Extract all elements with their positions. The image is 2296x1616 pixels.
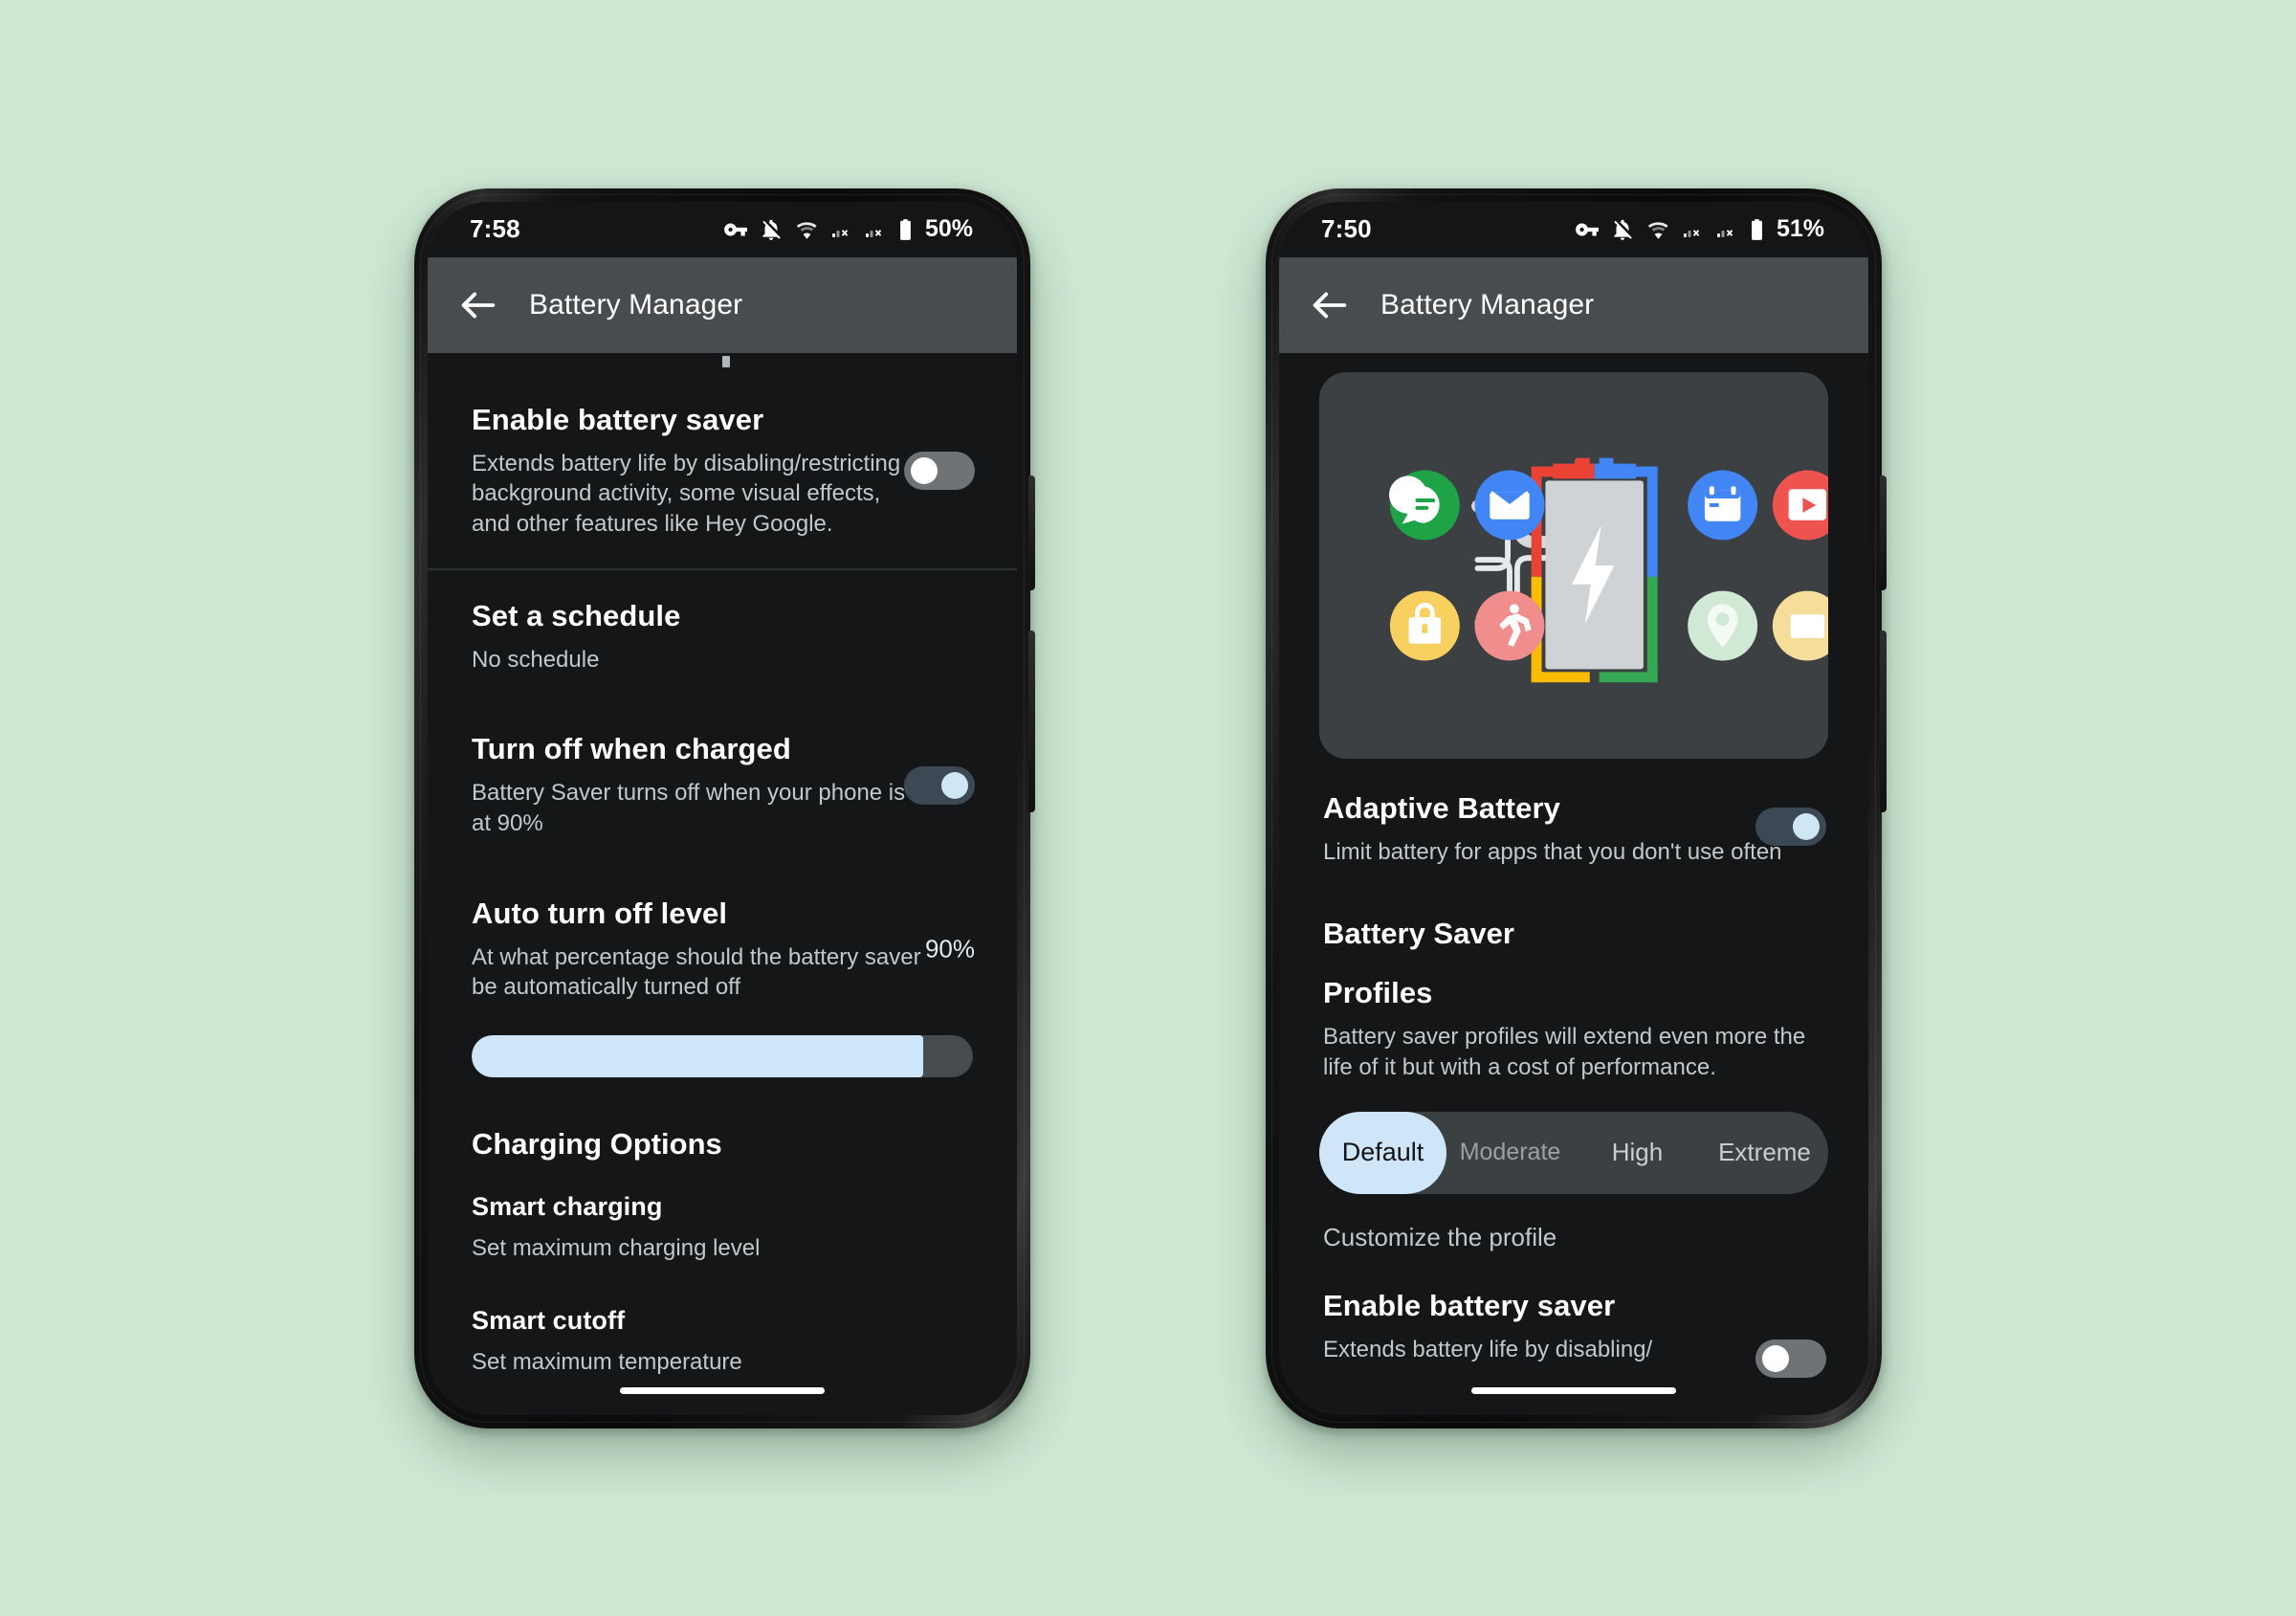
setting-row-smart-charging[interactable]: Smart charging Set maximum charging leve…: [428, 1171, 1017, 1285]
setting-subtitle: Limit battery for apps that you don't us…: [1323, 838, 1782, 865]
adaptive-battery-illustration: [1319, 371, 1828, 759]
profiles-title: Profiles: [1323, 976, 1433, 1010]
status-bar-icons: 51%: [1575, 215, 1824, 243]
enable-battery-saver-toggle[interactable]: [1755, 1339, 1826, 1379]
setting-row-turn-off-when-charged[interactable]: Turn off when charged Battery Saver turn…: [428, 703, 1017, 867]
turn-off-when-charged-toggle[interactable]: [904, 765, 975, 805]
screenshot-stage: 7:58 50% Battery Manager Enable battery …: [0, 0, 2296, 1616]
setting-row-adaptive-battery[interactable]: Adaptive Battery Limit battery for apps …: [1279, 759, 1868, 897]
setting-title: Enable battery saver: [1323, 1288, 1616, 1322]
signal-no-service-icon: [831, 229, 849, 237]
battery-percentage: 50%: [924, 215, 973, 242]
gmail-icon: [1474, 469, 1545, 540]
battery-icon: [900, 218, 911, 240]
profiles-subtitle: Battery saver profiles will extend even …: [1323, 1024, 1806, 1080]
youtube-icon: [1772, 470, 1828, 540]
profiles-segmented-control[interactable]: Default Moderate High Extreme: [1319, 1111, 1828, 1194]
notifications-off-icon: [762, 219, 781, 240]
customize-the-profile-row[interactable]: Customize the profile: [1279, 1194, 1868, 1260]
signal-no-service-icon: [865, 229, 882, 237]
wifi-icon: [796, 221, 817, 239]
setting-row-enable-battery-saver[interactable]: Enable battery saver Extends battery lif…: [428, 374, 1017, 568]
settings-list-left[interactable]: Enable battery saver Extends battery lif…: [428, 352, 1017, 1415]
profile-option-high[interactable]: High: [1574, 1112, 1701, 1194]
photos-icon: [1772, 590, 1828, 660]
setting-title: Smart charging: [472, 1191, 663, 1221]
slider-fill: [472, 1034, 923, 1077]
fit-icon: [1474, 590, 1545, 661]
notifications-off-icon: [1614, 219, 1632, 240]
enable-battery-saver-toggle[interactable]: [904, 452, 975, 490]
back-arrow-icon[interactable]: [1308, 283, 1352, 327]
calendar-icon: [1688, 469, 1758, 540]
status-bar-left: 7:58 50%: [428, 201, 1017, 257]
status-bar-right: 7:50 51%: [1279, 201, 1868, 257]
app-bar-right: Battery Manager: [1279, 256, 1868, 353]
setting-subtitle: Set maximum charging level: [472, 1234, 761, 1261]
setting-title: Enable battery saver: [472, 402, 764, 436]
messages-icon: [1389, 469, 1460, 540]
phone-device-left: 7:58 50% Battery Manager Enable battery …: [414, 188, 1035, 1428]
home-indicator[interactable]: [620, 1386, 825, 1394]
home-indicator[interactable]: [1471, 1386, 1676, 1394]
power-button-left-phone[interactable]: [1028, 630, 1035, 812]
setting-subtitle: Extends battery life by disabling/restri…: [472, 450, 901, 537]
status-bar-time: 7:50: [1321, 214, 1372, 243]
phone-screen-left: 7:58 50% Battery Manager Enable battery …: [428, 201, 1017, 1415]
section-heading-battery-saver: Battery Saver: [1323, 917, 1514, 951]
vpn-key-icon: [724, 223, 747, 235]
battery-icon: [1752, 218, 1762, 240]
setting-subtitle: Set maximum temperature: [472, 1348, 742, 1375]
setting-subtitle: Battery Saver turns off when your phone …: [472, 780, 906, 836]
setting-title: Smart cutoff: [472, 1305, 626, 1335]
maps-icon: [1688, 590, 1758, 661]
setting-title: Auto turn off level: [472, 896, 728, 930]
profile-option-moderate[interactable]: Moderate: [1446, 1112, 1574, 1194]
power-button-right-phone[interactable]: [1880, 630, 1887, 812]
vpn-key-icon: [1576, 223, 1599, 235]
setting-row-auto-turn-off-level[interactable]: Auto turn off level At what percentage s…: [428, 868, 1017, 1031]
scrolled-content-sliver: [428, 353, 1017, 374]
status-bar-icons: 50%: [723, 215, 973, 243]
app-bar-left: Battery Manager: [428, 256, 1017, 353]
wifi-icon: [1647, 221, 1668, 239]
profiles-block: Profiles Battery saver profiles will ext…: [1279, 951, 1868, 1086]
slider-container[interactable]: [428, 1031, 1017, 1095]
profile-option-default[interactable]: Default: [1319, 1111, 1446, 1194]
auto-turn-off-level-value: 90%: [924, 934, 975, 963]
setting-subtitle: At what percentage should the battery sa…: [472, 943, 921, 1001]
phone-screen-right: 7:50 51% Battery Manager Adaptive Batter…: [1279, 201, 1868, 1415]
setting-title: Turn off when charged: [472, 732, 791, 766]
setting-title: Adaptive Battery: [1323, 790, 1560, 825]
status-bar-time: 7:58: [470, 214, 520, 243]
setting-subtitle: No schedule: [472, 646, 600, 673]
auto-turn-off-level-slider[interactable]: [472, 1034, 973, 1077]
setting-title: Set a schedule: [472, 598, 681, 632]
signal-no-service-icon: [1716, 229, 1733, 237]
profile-option-extreme[interactable]: Extreme: [1701, 1112, 1828, 1194]
back-arrow-icon[interactable]: [456, 283, 500, 327]
keep-icon: [1389, 590, 1460, 661]
signal-no-service-icon: [1683, 229, 1700, 237]
page-title: Battery Manager: [529, 288, 743, 321]
setting-row-smart-cutoff[interactable]: Smart cutoff Set maximum temperature: [428, 1285, 1017, 1399]
adaptive-battery-toggle[interactable]: [1755, 808, 1826, 847]
volume-button-right-phone[interactable]: [1880, 475, 1887, 590]
settings-list-right[interactable]: Adaptive Battery Limit battery for apps …: [1279, 352, 1868, 1415]
page-title: Battery Manager: [1380, 288, 1595, 321]
setting-row-set-a-schedule[interactable]: Set a schedule No schedule: [428, 570, 1017, 704]
phone-device-right: 7:50 51% Battery Manager Adaptive Batter…: [1266, 188, 1887, 1428]
setting-row-enable-battery-saver[interactable]: Enable battery saver Extends battery lif…: [1279, 1260, 1868, 1379]
battery-percentage: 51%: [1776, 215, 1824, 242]
section-heading-charging-options: Charging Options: [472, 1126, 722, 1161]
setting-subtitle: Extends battery life by disabling/: [1323, 1336, 1653, 1362]
volume-button-left-phone[interactable]: [1028, 475, 1035, 590]
